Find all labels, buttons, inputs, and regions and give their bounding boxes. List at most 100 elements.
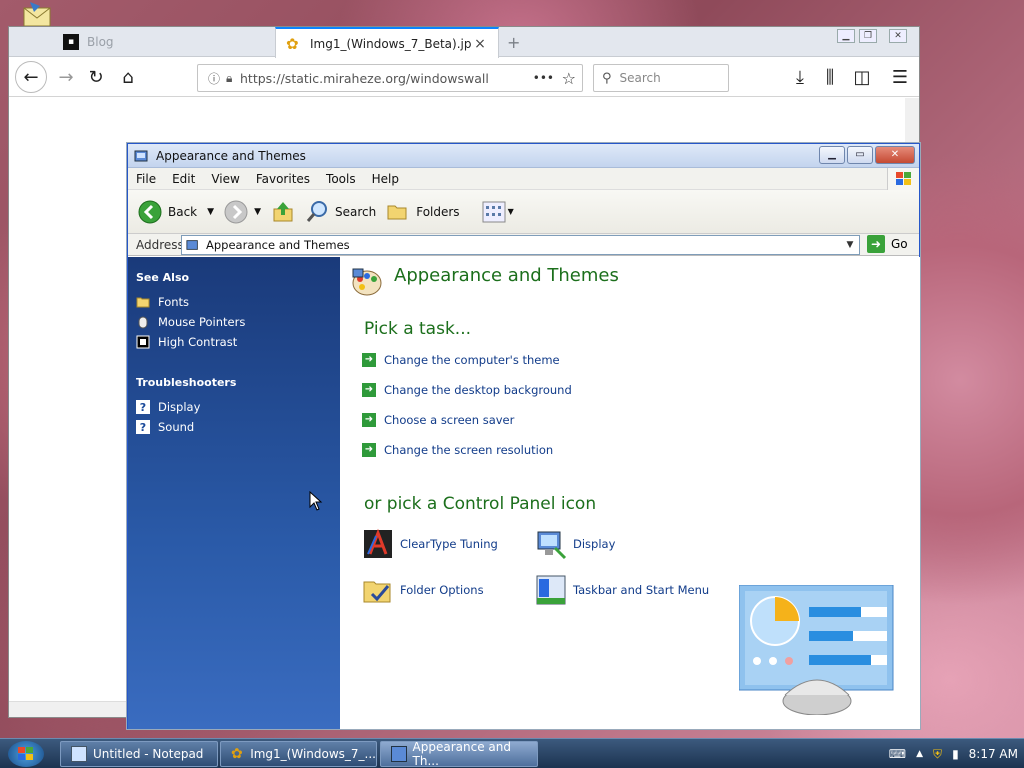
forward-dropdown-icon[interactable]: ▼ xyxy=(254,207,261,217)
window-title-bar[interactable]: Appearance and Themes ▁ ▭ ✕ xyxy=(128,144,919,168)
browser-restore-button[interactable]: ❐ xyxy=(859,29,877,43)
windows-logo-icon xyxy=(887,168,919,190)
address-dropdown-icon[interactable]: ▼ xyxy=(843,237,857,253)
menu-icon[interactable]: ☰ xyxy=(885,62,915,92)
sidebar-item-label: Mouse Pointers xyxy=(158,315,246,329)
views-dropdown-icon[interactable]: ▼ xyxy=(508,207,514,216)
url-bar[interactable]: ⓘ 🔒︎ https://static.miraheze.org/windows… xyxy=(197,64,583,92)
forward-button[interactable]: ▼ xyxy=(224,200,261,224)
network-icon[interactable]: ▮ xyxy=(952,747,959,761)
tab-close-icon[interactable]: × xyxy=(472,36,488,52)
url-text[interactable]: https://static.miraheze.org/windowswallp… xyxy=(240,71,490,86)
task-arrow-icon: ➜ xyxy=(362,413,376,427)
folders-button[interactable]: Folders xyxy=(386,200,460,224)
help-icon: ? xyxy=(136,420,150,434)
library-icon[interactable]: ⫼ xyxy=(815,62,845,92)
sidebar-item-display[interactable]: ? Display xyxy=(128,397,340,417)
bookmark-star-icon[interactable]: ☆ xyxy=(562,69,576,88)
cp-folder-options[interactable]: Folder Options xyxy=(362,574,484,606)
cp-label: ClearType Tuning xyxy=(400,537,498,551)
horizontal-scrollbar[interactable] xyxy=(9,701,129,717)
mouse-cursor-icon xyxy=(309,491,323,511)
back-dropdown-icon[interactable]: ▼ xyxy=(207,207,214,217)
menu-view[interactable]: View xyxy=(211,172,239,186)
back-button[interactable]: Back ▼ xyxy=(138,200,214,224)
cp-display[interactable]: Display xyxy=(535,528,615,560)
new-tab-button[interactable]: + xyxy=(507,33,520,52)
sidebar-item-label: Sound xyxy=(158,420,195,434)
desktop-envelope-icon[interactable] xyxy=(22,0,54,28)
up-folder-icon xyxy=(273,201,293,221)
taskbar-appearance-themes[interactable]: Appearance and Th... xyxy=(380,740,538,768)
up-folder-button[interactable] xyxy=(271,200,295,224)
sidebar-icon[interactable]: ◫ xyxy=(847,62,877,92)
start-button[interactable] xyxy=(8,741,44,767)
tray-expand-icon[interactable]: ▲ xyxy=(916,749,923,759)
task-screen-saver[interactable]: ➜ Choose a screen saver xyxy=(362,413,514,427)
maximize-button[interactable]: ▭ xyxy=(847,146,873,164)
sidebar-item-label: Display xyxy=(158,400,201,414)
taskbar-notepad[interactable]: Untitled - Notepad xyxy=(60,741,218,767)
task-arrow-icon: ➜ xyxy=(362,443,376,457)
task-change-theme[interactable]: ➜ Change the computer's theme xyxy=(362,353,560,367)
reload-icon[interactable]: ↻ xyxy=(81,62,111,92)
cp-cleartype-tuning[interactable]: ClearType Tuning xyxy=(362,528,498,560)
menu-help[interactable]: Help xyxy=(372,172,399,186)
high-contrast-icon xyxy=(136,335,150,349)
task-label: Change the screen resolution xyxy=(384,443,554,457)
taskbar-button-label: Img1_(Windows_7_... xyxy=(250,747,376,761)
task-arrow-icon: ➜ xyxy=(362,353,376,367)
tab-bar: ▪ Blog ✿ Img1_(Windows_7_Beta).jpg (JPEG… xyxy=(9,27,919,58)
keyboard-icon[interactable]: ⌨ xyxy=(889,747,906,761)
sidebar-item-mouse-pointers[interactable]: Mouse Pointers xyxy=(128,312,340,332)
tab-blog[interactable]: ▪ Blog xyxy=(53,27,275,57)
browser-minimize-button[interactable]: ▁ xyxy=(837,29,855,43)
folder-options-icon xyxy=(363,581,391,603)
address-field[interactable]: Appearance and Themes ▼ xyxy=(181,235,860,255)
clock[interactable]: 8:17 AM xyxy=(969,747,1018,761)
menu-file[interactable]: File xyxy=(136,172,156,186)
forward-circle-icon xyxy=(224,200,248,223)
task-label: Change the desktop background xyxy=(384,383,572,397)
cp-taskbar-start-menu[interactable]: Taskbar and Start Menu xyxy=(535,574,709,606)
task-screen-resolution[interactable]: ➜ Change the screen resolution xyxy=(362,443,553,457)
content-pane: Appearance and Themes Pick a task... ➜ Ch… xyxy=(309,257,920,729)
toolbar: Back ▼ ▼ Search Folders ▼ xyxy=(128,190,919,234)
menu-tools[interactable]: Tools xyxy=(326,172,356,186)
info-icon[interactable]: ⓘ xyxy=(208,70,220,87)
pick-task-heading: Pick a task... xyxy=(364,319,472,339)
views-button[interactable]: ▼ xyxy=(482,201,514,223)
page-title: Appearance and Themes xyxy=(394,265,619,286)
minimize-button[interactable]: ▁ xyxy=(819,146,845,164)
lock-icon: 🔒︎ xyxy=(226,70,233,85)
taskbar-browser[interactable]: ✿ Img1_(Windows_7_... xyxy=(220,741,377,767)
menu-edit[interactable]: Edit xyxy=(172,172,195,186)
search-button[interactable]: Search xyxy=(305,200,376,224)
page-actions-icon[interactable]: ••• xyxy=(533,71,554,85)
back-arrow-icon[interactable]: ← xyxy=(15,61,47,93)
downloads-icon[interactable]: ⤓ xyxy=(785,62,815,92)
address-label: Address xyxy=(136,237,184,252)
sidebar-item-label: Fonts xyxy=(158,295,190,309)
sidebar-item-fonts[interactable]: Fonts xyxy=(128,292,340,312)
sidebar-item-high-contrast[interactable]: High Contrast xyxy=(128,332,340,352)
go-button[interactable]: ➜ Go xyxy=(867,235,908,253)
task-change-background[interactable]: ➜ Change the desktop background xyxy=(362,383,572,397)
help-icon: ? xyxy=(136,400,150,414)
menu-favorites[interactable]: Favorites xyxy=(256,172,310,186)
security-shield-icon[interactable]: ⛨ xyxy=(933,747,942,762)
display-icon xyxy=(537,531,567,560)
folder-icon xyxy=(136,295,150,309)
search-input[interactable]: ⚲ Search xyxy=(593,64,729,92)
close-button[interactable]: ✕ xyxy=(875,146,915,164)
menu-bar: File Edit View Favorites Tools Help xyxy=(128,168,919,190)
sidebar-item-sound[interactable]: ? Sound xyxy=(128,417,340,437)
tab-image[interactable]: ✿ Img1_(Windows_7_Beta).jpg (JPEG × xyxy=(275,27,499,58)
browser-close-button[interactable]: ✕ xyxy=(889,29,907,43)
taskbar: Untitled - Notepad ✿ Img1_(Windows_7_...… xyxy=(0,738,1024,768)
notepad-icon xyxy=(71,746,87,762)
forward-arrow-icon[interactable]: → xyxy=(51,62,81,92)
home-icon[interactable]: ⌂ xyxy=(113,62,143,92)
control-panel-icon xyxy=(134,150,148,161)
browser-app-icon: ✿ xyxy=(231,746,243,762)
